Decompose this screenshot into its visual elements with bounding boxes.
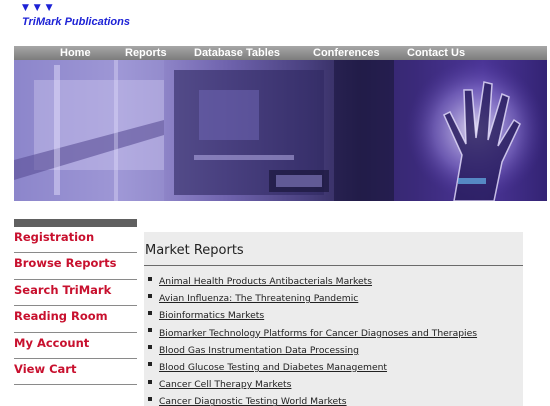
market-reports-panel: Market Reports Animal Health Products An… (144, 232, 523, 406)
report-link[interactable]: Avian Influenza: The Threatening Pandemi… (159, 293, 358, 304)
report-link[interactable]: Bioinformatics Markets (159, 310, 264, 321)
bullet-icon (148, 293, 152, 298)
nav-reports[interactable]: Reports (125, 46, 167, 60)
left-sidebar: Registration Browse Reports Search TriMa… (14, 219, 137, 386)
bullet-icon (148, 310, 152, 315)
title-divider (144, 265, 523, 266)
nav-home[interactable]: Home (60, 46, 91, 60)
bullet-icon (148, 276, 152, 281)
sidebar-item-reading-room[interactable]: Reading Room (14, 306, 137, 333)
nav-database-tables[interactable]: Database Tables (194, 46, 280, 60)
bullet-icon (148, 379, 152, 384)
list-item: Animal Health Products Antibacterials Ma… (148, 272, 477, 289)
bullet-icon (148, 345, 152, 350)
list-item: Blood Gas Instrumentation Data Processin… (148, 341, 477, 358)
page-title: Market Reports (145, 243, 244, 258)
bullet-icon (148, 328, 152, 333)
triangle-logo-icon: ▼ ▼ ▼ (22, 3, 54, 13)
list-item: Cancer Diagnostic Testing World Markets (148, 392, 477, 406)
report-list: Animal Health Products Antibacterials Ma… (148, 272, 477, 406)
sidebar-item-my-account[interactable]: My Account (14, 333, 137, 359)
bullet-icon (148, 396, 152, 401)
nav-conferences[interactable]: Conferences (313, 46, 380, 60)
report-link[interactable]: Biomarker Technology Platforms for Cance… (159, 328, 477, 339)
sidebar-item-view-cart[interactable]: View Cart (14, 359, 137, 386)
report-link[interactable]: Blood Gas Instrumentation Data Processin… (159, 345, 359, 356)
sidebar-item-browse-reports[interactable]: Browse Reports (14, 253, 137, 280)
report-link[interactable]: Cancer Cell Therapy Markets (159, 379, 291, 390)
bullet-icon (148, 362, 152, 367)
report-link[interactable]: Cancer Diagnostic Testing World Markets (159, 396, 347, 406)
lab-banner-image (14, 60, 547, 201)
list-item: Bioinformatics Markets (148, 306, 477, 323)
list-item: Biomarker Technology Platforms for Cance… (148, 324, 477, 341)
logo-text: TriMark Publications (22, 16, 130, 28)
top-nav-bar: Home Reports Database Tables Conferences… (14, 46, 547, 60)
report-link[interactable]: Blood Glucose Testing and Diabetes Manag… (159, 362, 387, 373)
sidebar-item-search-trimark[interactable]: Search TriMark (14, 280, 137, 307)
sidebar-item-registration[interactable]: Registration (14, 227, 137, 254)
sidebar-header-bar (14, 219, 137, 227)
list-item: Blood Glucose Testing and Diabetes Manag… (148, 358, 477, 375)
nav-contact-us[interactable]: Contact Us (407, 46, 465, 60)
list-item: Cancer Cell Therapy Markets (148, 375, 477, 392)
banner-graphic (14, 60, 547, 201)
list-item: Avian Influenza: The Threatening Pandemi… (148, 289, 477, 306)
report-link[interactable]: Animal Health Products Antibacterials Ma… (159, 276, 372, 287)
